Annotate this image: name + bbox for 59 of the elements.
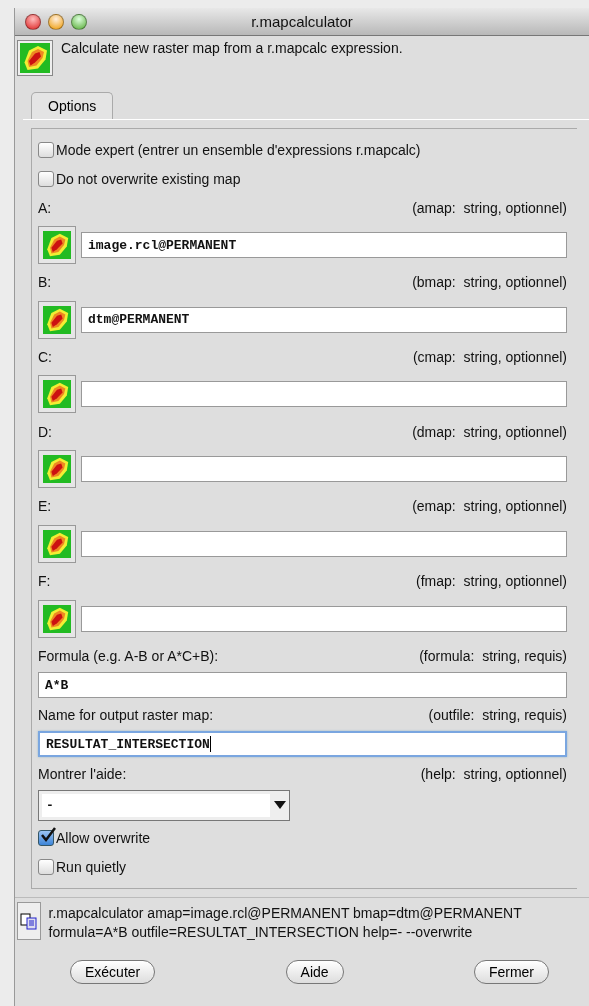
map-picker-button[interactable] bbox=[38, 375, 76, 414]
window-title: r.mapcalculator bbox=[251, 13, 353, 30]
copy-icon[interactable] bbox=[17, 902, 41, 940]
dialog-button[interactable]: Exécuter bbox=[70, 960, 156, 984]
raster-map-icon bbox=[43, 604, 71, 633]
dropdown[interactable]: - bbox=[38, 789, 290, 822]
zoom-button[interactable] bbox=[71, 13, 87, 30]
map-picker-button[interactable] bbox=[38, 599, 76, 638]
input-field[interactable] bbox=[81, 456, 567, 483]
input-field[interactable] bbox=[81, 381, 567, 408]
dialog-button[interactable]: Fermer bbox=[473, 960, 549, 984]
raster-map-icon bbox=[43, 455, 71, 484]
minimize-button[interactable] bbox=[48, 13, 64, 30]
caret-icon bbox=[274, 801, 286, 810]
input-field[interactable] bbox=[81, 605, 567, 632]
close-button[interactable] bbox=[25, 13, 41, 30]
raster-map-icon bbox=[43, 529, 71, 558]
command-preview: r.mapcalculator amap=image.rcl@PERMANENT bmap=dtm@PERMANENT formula=A*B outfile=RESULTAT_INTERSECTION help=- --overwrite bbox=[48, 904, 523, 942]
dialog-button[interactable]: Aide bbox=[285, 960, 344, 984]
field-label: Name for output raster map: bbox=[38, 706, 214, 723]
checkbox-label: Run quietly bbox=[56, 859, 127, 876]
checkbox[interactable] bbox=[38, 171, 54, 188]
map-picker-button[interactable] bbox=[38, 226, 76, 265]
checkbox[interactable] bbox=[38, 859, 54, 876]
field-hint: (outfile: string, requis) bbox=[428, 706, 567, 723]
options-tab[interactable]: Options bbox=[31, 92, 114, 119]
field-hint: (emap: string, optionnel) bbox=[412, 498, 567, 515]
checkbox-label: Do not overwrite existing map bbox=[56, 171, 241, 188]
field-label: B: bbox=[38, 274, 52, 291]
field-hint: (fmap: string, optionnel) bbox=[416, 573, 567, 590]
checkbox-label: Allow overwrite bbox=[56, 829, 151, 846]
raster-map-icon bbox=[43, 231, 71, 260]
field-hint: (help: string, optionnel) bbox=[420, 765, 567, 782]
map-picker-button[interactable] bbox=[38, 450, 76, 489]
description: Calculate new raster map from a r.mapcalc expression. bbox=[61, 40, 403, 56]
map-picker-button[interactable] bbox=[38, 524, 76, 563]
field-hint: (amap: string, optionnel) bbox=[412, 199, 567, 216]
checkbox[interactable] bbox=[38, 829, 54, 846]
input-field[interactable]: image.rcl@PERMANENT bbox=[81, 232, 567, 259]
field-label: E: bbox=[38, 498, 52, 515]
checkbox-label: Mode expert (entrer un ensemble d'expressions r.mapcalc) bbox=[56, 141, 421, 158]
raster-map-icon bbox=[43, 305, 71, 334]
field-label: F: bbox=[38, 573, 51, 590]
checkbox[interactable] bbox=[38, 141, 54, 158]
raster-map-icon bbox=[43, 380, 71, 409]
field-label: C: bbox=[38, 349, 52, 366]
field-label: Formula (e.g. A-B or A*C+B): bbox=[38, 647, 219, 664]
field-hint: (dmap: string, optionnel) bbox=[412, 423, 567, 440]
input-field[interactable]: RESULTAT_INTERSECTION bbox=[38, 731, 567, 758]
field-label: A: bbox=[38, 199, 52, 216]
map-picker-button[interactable] bbox=[38, 300, 76, 339]
field-label: D: bbox=[38, 423, 52, 440]
input-field[interactable] bbox=[81, 530, 567, 557]
input-field[interactable]: A*B bbox=[38, 672, 567, 699]
field-hint: (bmap: string, optionnel) bbox=[412, 274, 567, 291]
field-hint: (formula: string, requis) bbox=[419, 647, 567, 664]
input-field[interactable]: dtm@PERMANENT bbox=[81, 306, 567, 333]
field-hint: (cmap: string, optionnel) bbox=[412, 349, 567, 366]
field-label: Montrer l'aide: bbox=[38, 765, 127, 782]
